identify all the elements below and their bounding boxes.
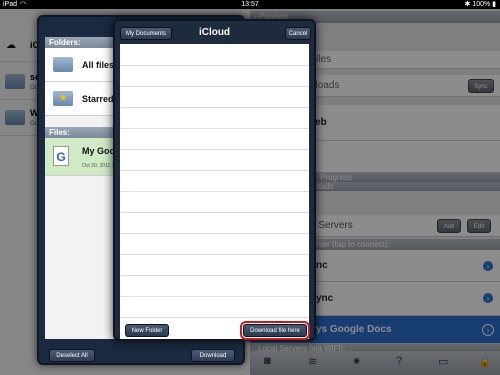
icloud-footer: New Folder Download file here (115, 321, 314, 340)
icloud-file-list (120, 44, 309, 339)
status-bar: iPad ◠ 13:57 ✱ 100% ▮ (0, 0, 500, 9)
icloud-popover: My Documents iCloud Cancel New Folder Do… (113, 19, 316, 341)
new-folder-button[interactable]: New Folder (125, 324, 169, 337)
folder-icon (53, 57, 73, 72)
download-button[interactable]: Download (191, 349, 235, 362)
google-doc-icon: G (53, 146, 69, 166)
download-file-here-button[interactable]: Download file here (240, 321, 310, 340)
deselect-all-button[interactable]: Deselect All (49, 349, 95, 362)
star-icon: ★ (53, 91, 73, 106)
cancel-button[interactable]: Cancel (285, 27, 311, 40)
glassbox-footer: Deselect All Download (39, 339, 247, 365)
clock: 13:57 (241, 1, 259, 8)
battery-indicator: ✱ 100% ▮ (464, 1, 496, 8)
